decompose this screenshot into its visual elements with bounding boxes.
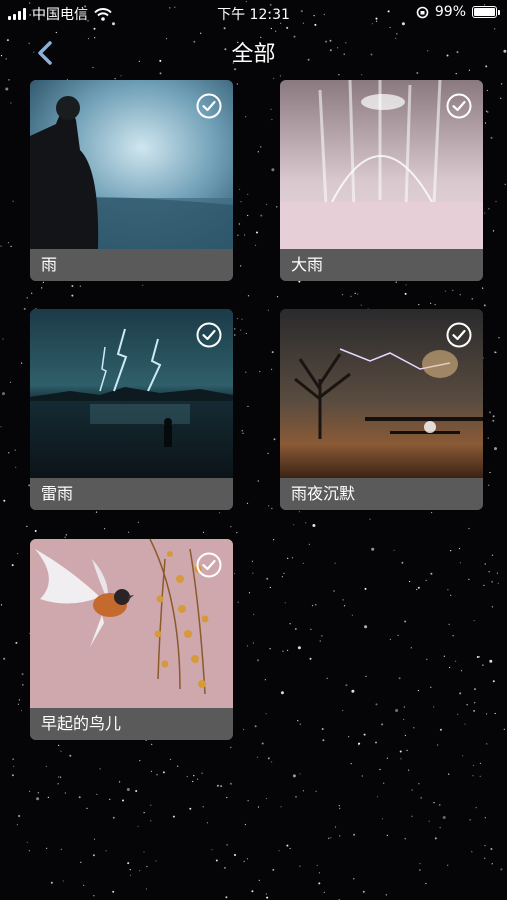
battery-percent: 99% [434,4,466,20]
card-label: 大雨 [280,249,483,281]
scene-card-rain[interactable]: 雨 [30,80,233,281]
orientation-lock-icon [416,6,429,18]
check-circle-icon [196,93,222,119]
card-label: 早起的鸟儿 [30,708,233,740]
check-circle-icon [446,93,472,119]
check-circle-icon [196,552,222,578]
status-bar: 中国电信 下午 12:31 99% [0,0,507,26]
scene-card-early-bird[interactable]: 早起的鸟儿 [30,539,233,740]
battery-icon [472,6,500,18]
check-circle-icon [196,322,222,348]
scene-card-silent-rainy-night[interactable]: 雨夜沉默 [280,309,483,510]
card-label: 雨 [30,249,233,281]
page-title: 全部 [231,42,276,67]
scene-card-thunderstorm[interactable]: 雷雨 [30,309,233,510]
card-label: 雷雨 [30,478,233,510]
card-label: 雨夜沉默 [280,478,483,510]
scene-card-heavy-rain[interactable]: 大雨 [280,80,483,281]
navigation-bar: 全部 [0,30,507,74]
check-circle-icon [446,322,472,348]
